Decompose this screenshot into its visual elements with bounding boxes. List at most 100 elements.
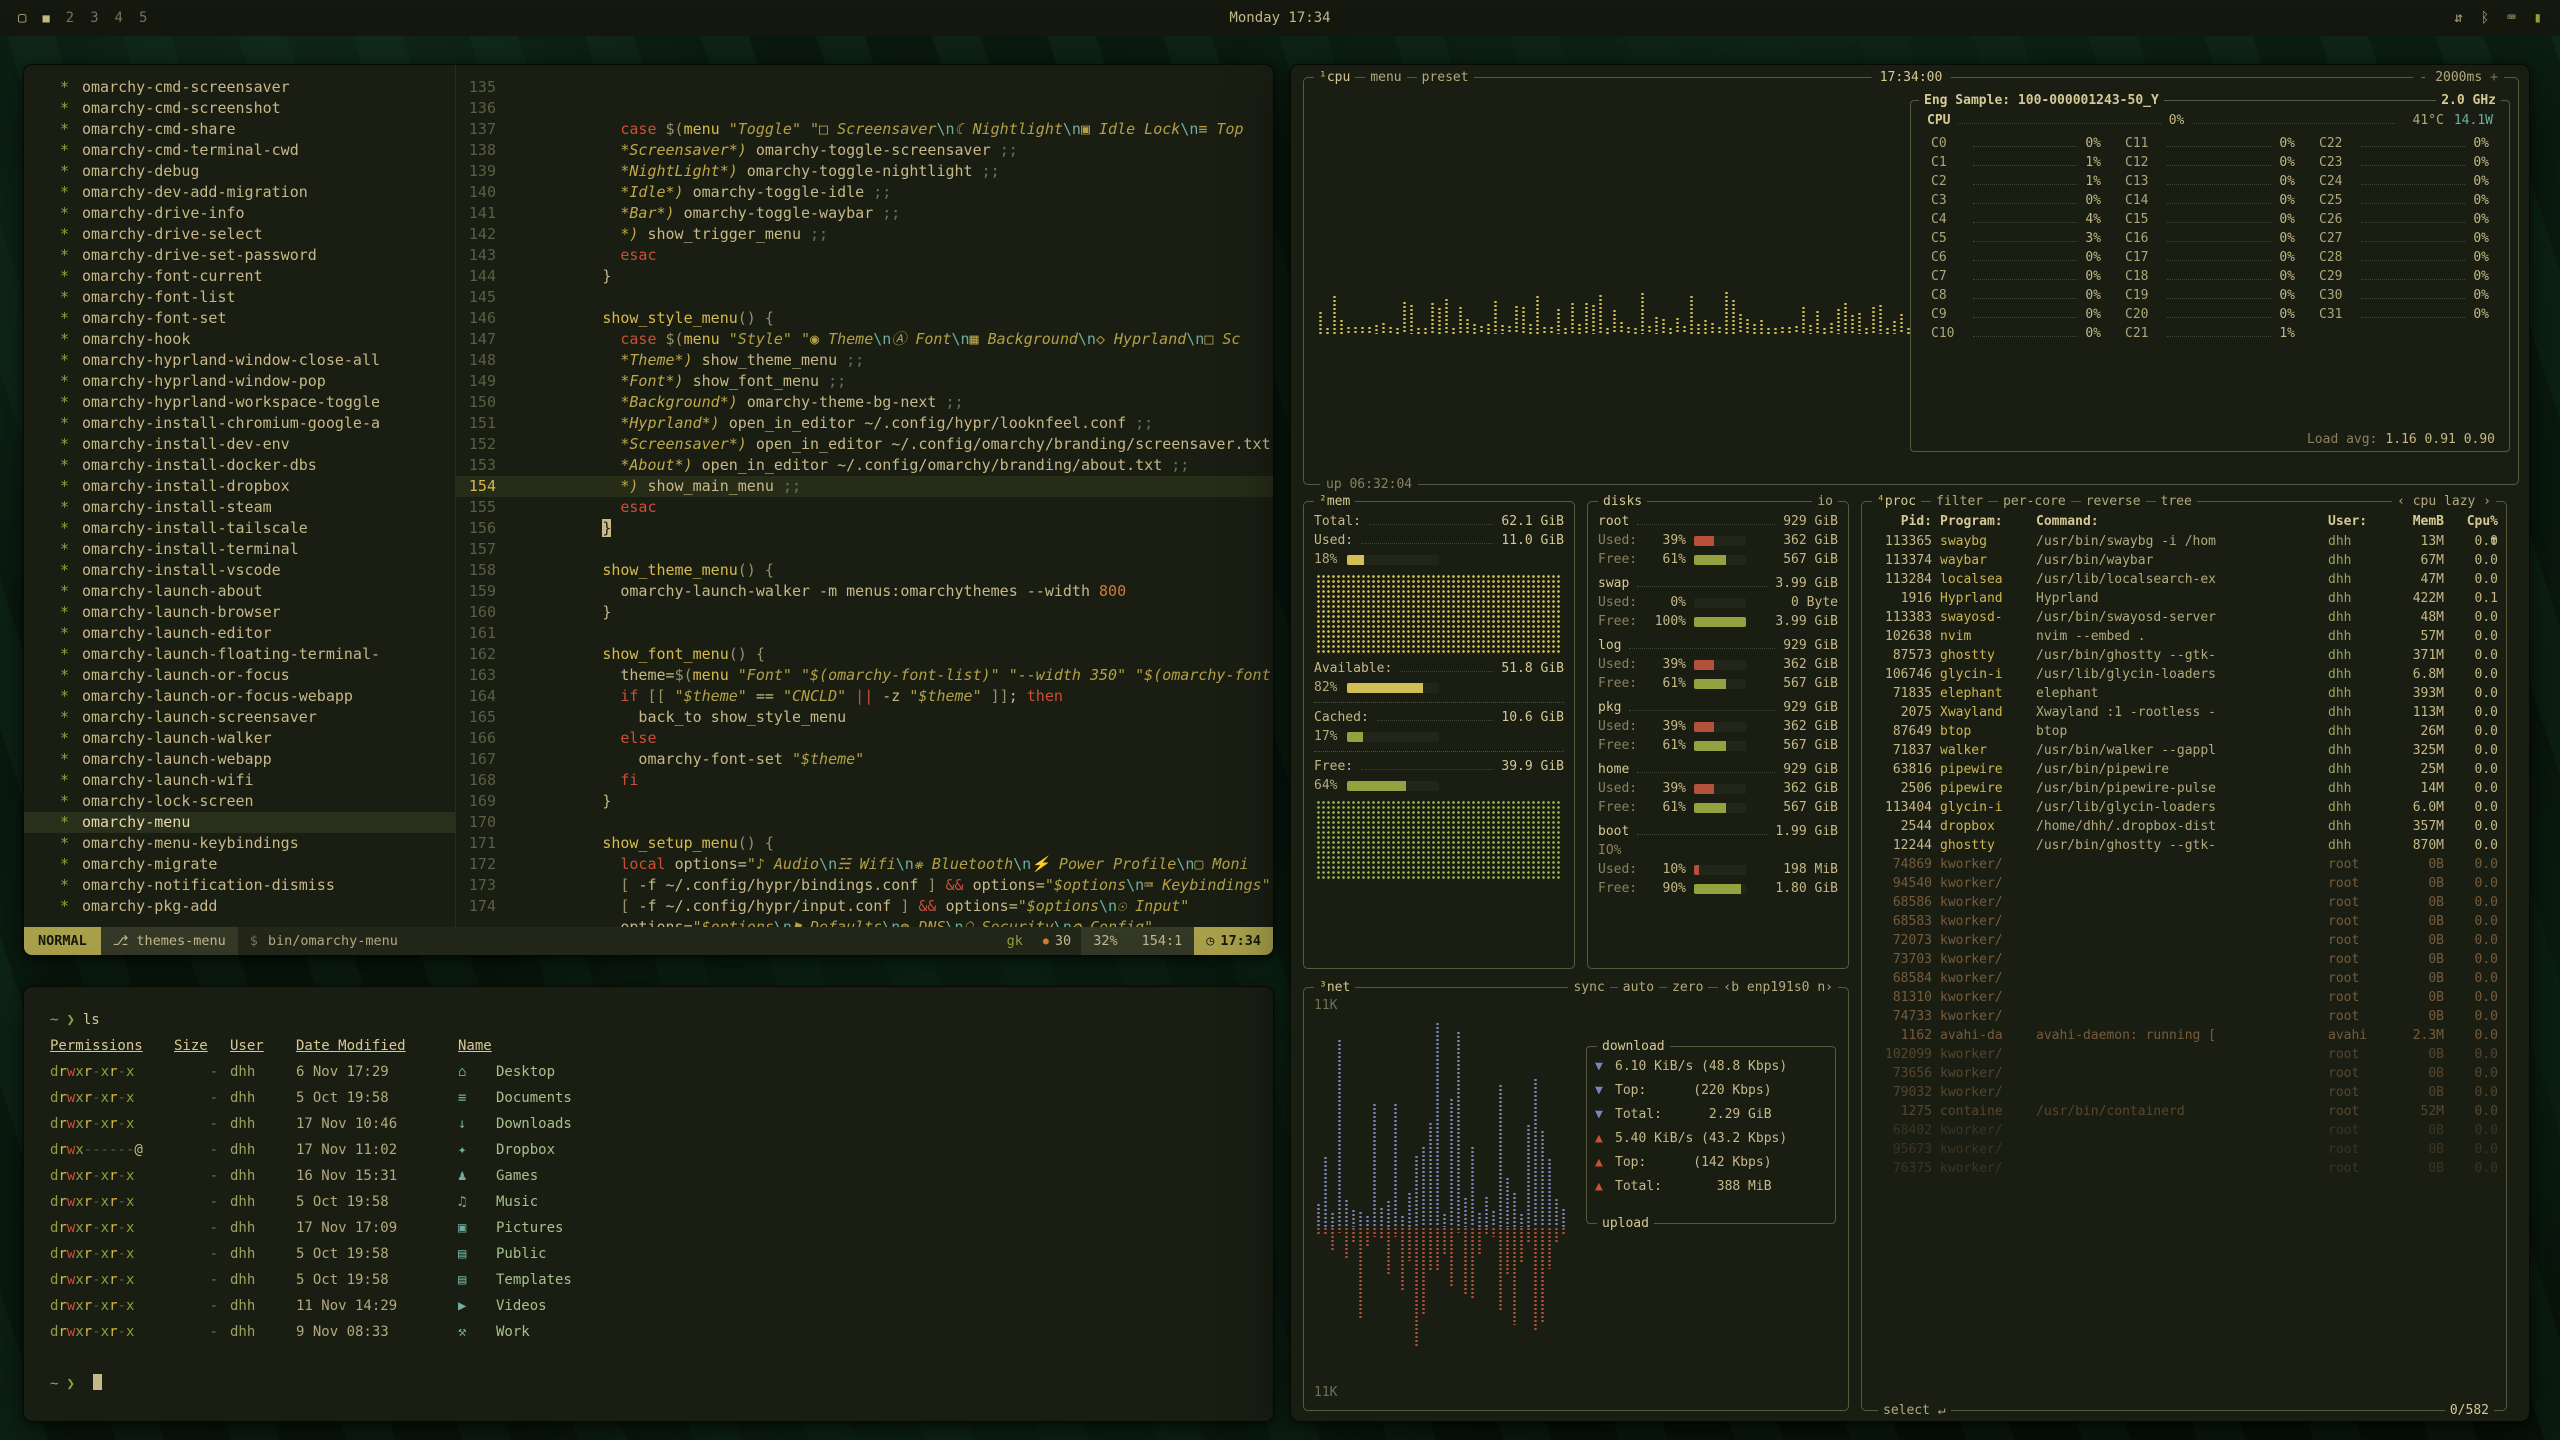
workspace-active-icon[interactable]: ■	[42, 11, 49, 25]
process-row[interactable]: 73656 kworker/ root 0B 0.0	[1870, 1064, 2498, 1083]
disks-box-title[interactable]: disks	[1598, 492, 1647, 511]
file-item[interactable]: * omarchy-font-set	[24, 308, 455, 329]
file-item[interactable]: * omarchy-pkg-add	[24, 896, 455, 917]
process-row[interactable]: 102099 kworker/ root 0B 0.0	[1870, 1045, 2498, 1064]
process-row[interactable]: 1275 containe /usr/bin/containerd root 5…	[1870, 1102, 2498, 1121]
process-row[interactable]: 73703 kworker/ root 0B 0.0	[1870, 950, 2498, 969]
workspace-indicator[interactable]: 2	[66, 10, 74, 26]
file-item[interactable]: * omarchy-dev-add-migration	[24, 182, 455, 203]
net-box-button[interactable]: sync	[1568, 978, 1609, 997]
process-row[interactable]: 113404 glycin-i /usr/lib/glycin-loaders …	[1870, 798, 2498, 817]
proc-sort-mode[interactable]: ‹ cpu lazy ›	[2392, 492, 2496, 511]
file-item[interactable]: * omarchy-install-dropbox	[24, 476, 455, 497]
net-interface-switcher[interactable]: ‹b enp191s0 n›	[1718, 978, 1838, 997]
file-item[interactable]: * omarchy-launch-walker	[24, 728, 455, 749]
process-row[interactable]: 63816 pipewire /usr/bin/pipewire dhh 25M…	[1870, 760, 2498, 779]
file-item[interactable]: * omarchy-launch-wifi	[24, 770, 455, 791]
process-row[interactable]: 113365 swaybg /usr/bin/swaybg -i /hom dh…	[1870, 532, 2498, 551]
tray-icon[interactable]: ▮	[2534, 10, 2542, 26]
process-row[interactable]: 79032 kworker/ root 0B 0.0	[1870, 1083, 2498, 1102]
process-row[interactable]: 113284 localsea /usr/lib/localsearch-ex …	[1870, 570, 2498, 589]
file-item[interactable]: * omarchy-launch-or-focus	[24, 665, 455, 686]
cpu-box-button[interactable]: preset	[1417, 68, 1474, 87]
file-item[interactable]: * omarchy-font-list	[24, 287, 455, 308]
file-item[interactable]: * omarchy-launch-about	[24, 581, 455, 602]
file-item[interactable]: * omarchy-cmd-screenshot	[24, 98, 455, 119]
process-row[interactable]: 68402 kworker/ root 0B 0.0	[1870, 1121, 2498, 1140]
workspace-indicator[interactable]: 5	[139, 10, 147, 26]
tray-icon[interactable]: ⌨	[2507, 10, 2515, 26]
file-item[interactable]: * omarchy-drive-set-password	[24, 245, 455, 266]
proc-box-title[interactable]: ⁴proc	[1872, 492, 1921, 511]
file-item[interactable]: * omarchy-launch-webapp	[24, 749, 455, 770]
file-explorer-pane[interactable]: * omarchy-cmd-screensaver * omarchy-cmd-…	[24, 65, 456, 929]
file-item[interactable]: * omarchy-cmd-share	[24, 119, 455, 140]
proc-box-button[interactable]: reverse	[2081, 492, 2146, 511]
process-row[interactable]: 68583 kworker/ root 0B 0.0	[1870, 912, 2498, 931]
omarchy-logo-icon[interactable]: ▢	[18, 10, 26, 26]
file-item[interactable]: * omarchy-install-steam	[24, 497, 455, 518]
file-item[interactable]: * omarchy-launch-browser	[24, 602, 455, 623]
io-mode-button[interactable]: io	[1812, 492, 1838, 511]
process-row[interactable]: 87573 ghostty /usr/bin/ghostty --gtk- dh…	[1870, 646, 2498, 665]
file-item[interactable]: * omarchy-migrate	[24, 854, 455, 875]
process-row[interactable]: 113383 swayosd- /usr/bin/swayosd-server …	[1870, 608, 2498, 627]
iface-next-button[interactable]: n›	[1817, 980, 1833, 995]
workspace-indicator[interactable]: 4	[115, 10, 123, 26]
file-item[interactable]: * omarchy-install-tailscale	[24, 518, 455, 539]
file-item[interactable]: * omarchy-install-vscode	[24, 560, 455, 581]
file-item[interactable]: * omarchy-debug	[24, 161, 455, 182]
process-row[interactable]: 94540 kworker/ root 0B 0.0	[1870, 874, 2498, 893]
process-row[interactable]: 81310 kworker/ root 0B 0.0	[1870, 988, 2498, 1007]
process-row[interactable]: 1162 avahi-da avahi-daemon: running [ av…	[1870, 1026, 2498, 1045]
process-row[interactable]: 102638 nvim nvim --embed . dhh 57M 0.0	[1870, 627, 2498, 646]
file-item[interactable]: * omarchy-menu-keybindings	[24, 833, 455, 854]
file-item[interactable]: * omarchy-hook	[24, 329, 455, 350]
file-item[interactable]: * omarchy-menu	[24, 812, 455, 833]
file-item[interactable]: * omarchy-notification-dismiss	[24, 875, 455, 896]
process-row[interactable]: 68586 kworker/ root 0B 0.0	[1870, 893, 2498, 912]
file-item[interactable]: * omarchy-drive-info	[24, 203, 455, 224]
process-row[interactable]: 74733 kworker/ root 0B 0.0	[1870, 1007, 2498, 1026]
proc-box-button[interactable]: tree	[2156, 492, 2197, 511]
tray-icon[interactable]: ᛒ	[2481, 10, 2489, 26]
file-item[interactable]: * omarchy-hyprland-window-close-all	[24, 350, 455, 371]
workspace-indicator[interactable]: 3	[90, 10, 98, 26]
net-box-button[interactable]: zero	[1667, 978, 1708, 997]
file-item[interactable]: * omarchy-install-terminal	[24, 539, 455, 560]
interval-increase-button[interactable]: +	[2490, 68, 2498, 87]
process-row[interactable]: 2506 pipewire /usr/bin/pipewire-pulse dh…	[1870, 779, 2498, 798]
process-row[interactable]: 12244 ghostty /usr/bin/ghostty --gtk- dh…	[1870, 836, 2498, 855]
file-item[interactable]: * omarchy-launch-editor	[24, 623, 455, 644]
process-row[interactable]: 68584 kworker/ root 0B 0.0	[1870, 969, 2498, 988]
mem-box-title[interactable]: ²mem	[1314, 492, 1355, 511]
file-item[interactable]: * omarchy-hyprland-window-pop	[24, 371, 455, 392]
process-row[interactable]: 95673 kworker/ root 0B 0.0	[1870, 1140, 2498, 1159]
iface-prev-button[interactable]: ‹b	[1723, 980, 1739, 995]
process-row[interactable]: 2544 dropbox /home/dhh/.dropbox-dist dhh…	[1870, 817, 2498, 836]
file-item[interactable]: * omarchy-cmd-terminal-cwd	[24, 140, 455, 161]
process-row[interactable]: 2075 Xwayland Xwayland :1 -rootless - dh…	[1870, 703, 2498, 722]
process-row[interactable]: 76375 kworker/ root 0B 0.0	[1870, 1159, 2498, 1178]
file-item[interactable]: * omarchy-install-dev-env	[24, 434, 455, 455]
file-item[interactable]: * omarchy-drive-select	[24, 224, 455, 245]
process-row[interactable]: 71835 elephant elephant dhh 393M 0.0	[1870, 684, 2498, 703]
cpu-box-button[interactable]: menu	[1365, 68, 1406, 87]
tray-icon[interactable]: ⇵	[2454, 10, 2462, 26]
file-item[interactable]: * omarchy-launch-floating-terminal-	[24, 644, 455, 665]
file-item[interactable]: * omarchy-hyprland-workspace-toggle	[24, 392, 455, 413]
process-row[interactable]: 72073 kworker/ root 0B 0.0	[1870, 931, 2498, 950]
net-box-button[interactable]: auto	[1618, 978, 1659, 997]
proc-box-button[interactable]: filter	[1931, 492, 1988, 511]
terminal-window[interactable]: ~❯ls PermissionsSizeUserDate ModifiedNam…	[23, 986, 1274, 1422]
file-item[interactable]: * omarchy-font-current	[24, 266, 455, 287]
code-editor-pane[interactable]: 135 case $(menu "Toggle" "□ Screensaver\…	[456, 65, 1273, 929]
file-item[interactable]: * omarchy-lock-screen	[24, 791, 455, 812]
process-row[interactable]: 74869 kworker/ root 0B 0.0	[1870, 855, 2498, 874]
interval-decrease-button[interactable]: -	[2419, 68, 2427, 87]
select-hint[interactable]: select ↵	[1878, 1401, 1951, 1420]
file-item[interactable]: * omarchy-launch-screensaver	[24, 707, 455, 728]
file-item[interactable]: * omarchy-launch-or-focus-webapp	[24, 686, 455, 707]
file-item[interactable]: * omarchy-install-docker-dbs	[24, 455, 455, 476]
process-row[interactable]: 1916 Hyprland Hyprland dhh 422M 0.1	[1870, 589, 2498, 608]
